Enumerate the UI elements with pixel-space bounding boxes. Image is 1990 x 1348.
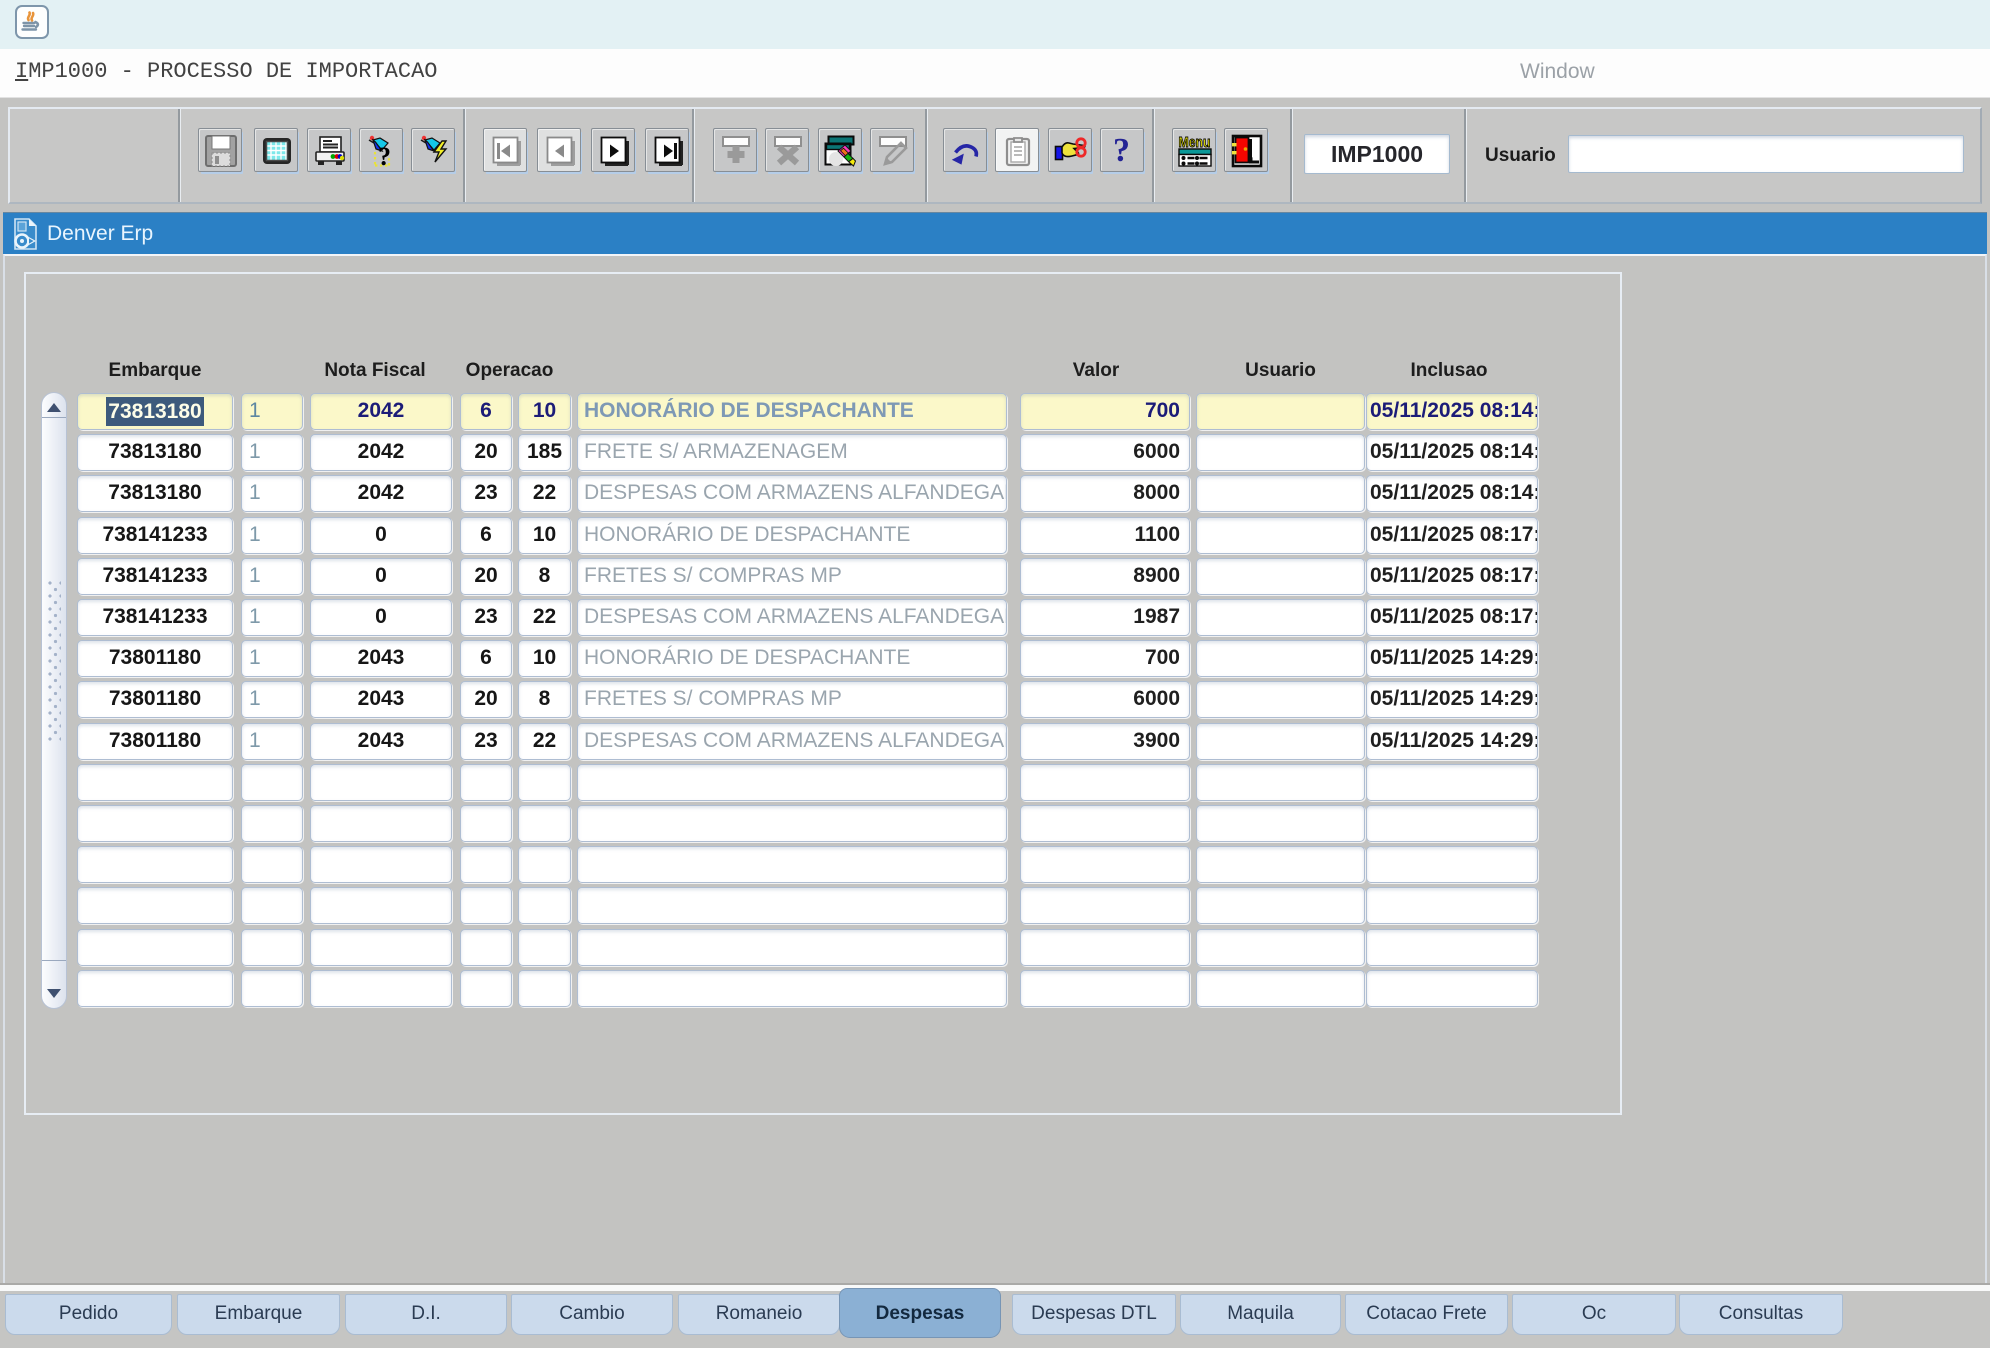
svg-text:?: ? (378, 142, 391, 168)
svg-text:?: ? (1113, 134, 1130, 168)
